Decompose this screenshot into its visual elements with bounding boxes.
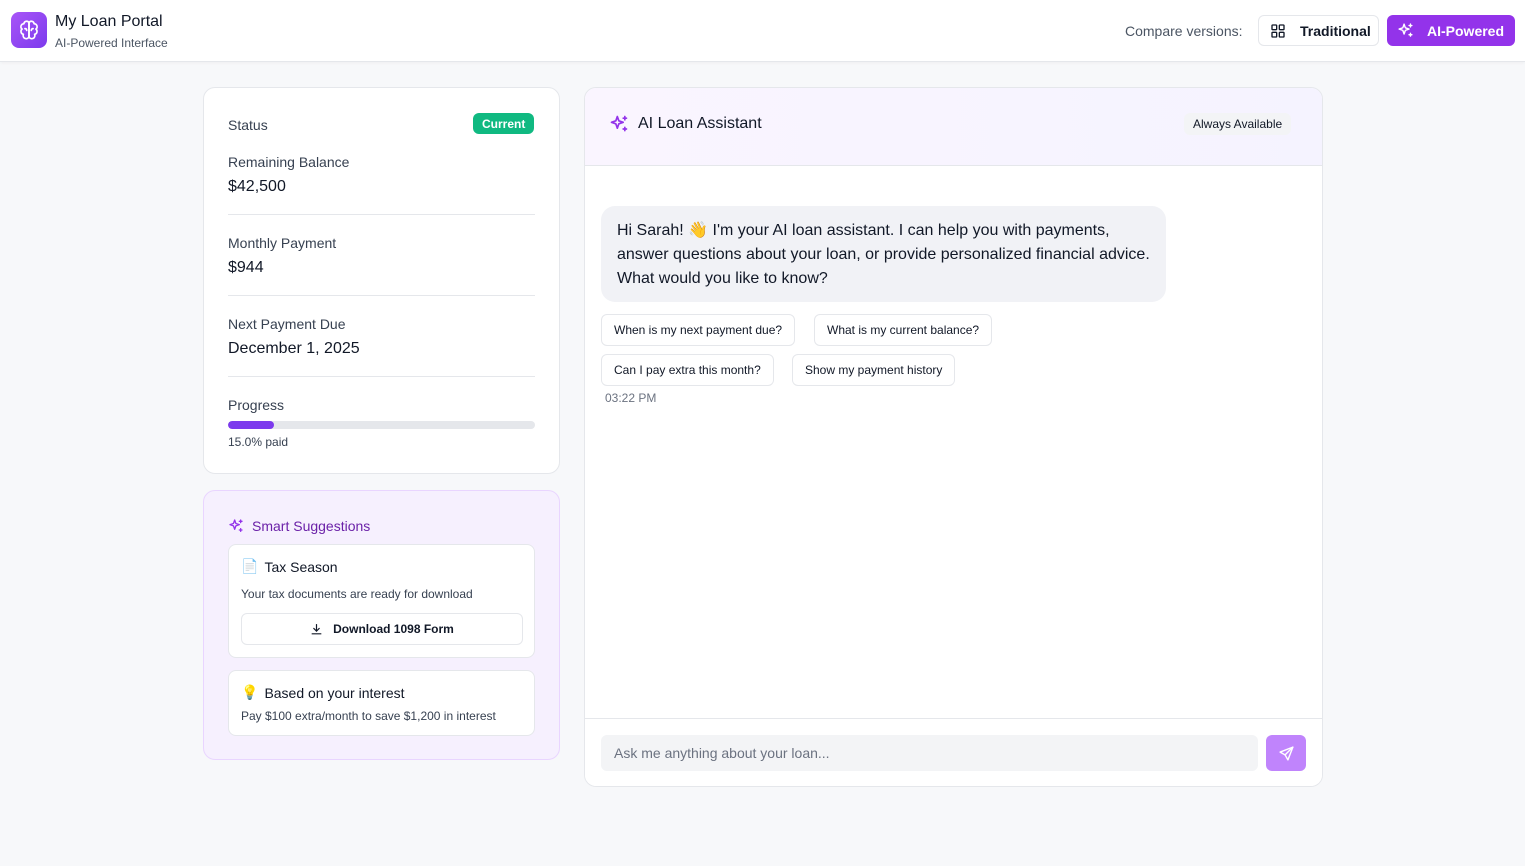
suggestion-title-text: Based on your interest (264, 684, 405, 701)
traditional-version-button[interactable]: Traditional (1258, 15, 1379, 46)
remaining-balance-value: $42,500 (228, 178, 286, 195)
traditional-version-label: Traditional (1300, 22, 1371, 39)
ai-powered-version-label: AI-Powered (1427, 22, 1505, 39)
progress-bar-fill (228, 421, 275, 429)
sparkles-icon (1398, 23, 1413, 37)
send-button[interactable] (1266, 735, 1306, 771)
quick-reply-next-payment[interactable]: When is my next payment due? (601, 314, 796, 346)
download-icon (311, 623, 322, 634)
top-bar: My Loan Portal AI-Powered Interface Comp… (0, 0, 1525, 62)
brain-logo-icon (11, 12, 47, 48)
sparkles-icon (610, 115, 628, 132)
lightbulb-icon: 💡 (241, 684, 259, 700)
progress-bar (228, 421, 535, 429)
suggestion-title: 📄 Tax Season (241, 558, 338, 575)
suggestion-description: Pay $100 extra/month to save $1,200 in i… (241, 709, 496, 723)
chat-title: AI Loan Assistant (638, 115, 762, 132)
app-title: My Loan Portal (55, 13, 163, 30)
app-subtitle: AI-Powered Interface (55, 36, 168, 50)
download-1098-button[interactable]: Download 1098 Form (241, 613, 523, 645)
ai-powered-version-button[interactable]: AI-Powered (1387, 15, 1515, 46)
message-timestamp: 03:22 PM (605, 391, 657, 405)
monthly-payment-label: Monthly Payment (228, 235, 337, 251)
compare-versions-label: Compare versions: (1125, 23, 1243, 39)
monthly-payment-value: $944 (228, 259, 264, 276)
smart-suggestions-header: Smart Suggestions (228, 518, 370, 534)
suggestion-title-text: Tax Season (264, 558, 338, 575)
progress-text: 15.0% paid (228, 435, 289, 449)
chat-input-bar (585, 718, 1322, 786)
send-icon (1278, 745, 1294, 761)
suggestion-tax-season: 📄 Tax Season Your tax documents are read… (228, 544, 535, 658)
grid-icon (1271, 23, 1285, 38)
suggestion-description: Your tax documents are ready for downloa… (241, 587, 473, 601)
availability-badge: Always Available (1184, 113, 1292, 135)
chat-title-group: AI Loan Assistant (609, 114, 762, 134)
progress-label: Progress (228, 397, 285, 413)
remaining-balance-label: Remaining Balance (228, 154, 350, 170)
chat-message-input[interactable] (601, 735, 1258, 771)
status-label: Status (228, 117, 268, 133)
next-payment-due-label: Next Payment Due (228, 316, 346, 332)
download-1098-label: Download 1098 Form (333, 622, 454, 636)
quick-reply-current-balance[interactable]: What is my current balance? (814, 314, 993, 346)
status-badge: Current (473, 113, 535, 134)
document-icon: 📄 (241, 558, 259, 574)
quick-reply-payment-history[interactable]: Show my payment history (792, 354, 956, 386)
sparkles-icon (229, 519, 243, 532)
quick-reply-pay-extra[interactable]: Can I pay extra this month? (601, 354, 774, 386)
next-payment-due-value: December 1, 2025 (228, 340, 360, 357)
smart-suggestions-title: Smart Suggestions (252, 518, 371, 534)
loan-summary-card: Status Current Remaining Balance $42,500… (203, 87, 560, 474)
suggestion-title: 💡 Based on your interest (241, 684, 405, 701)
ai-assistant-chat-panel: AI Loan Assistant Always Available Hi Sa… (584, 87, 1323, 787)
chat-header: AI Loan Assistant Always Available (585, 88, 1322, 166)
divider (228, 214, 535, 215)
divider (228, 376, 535, 377)
smart-suggestions-card: Smart Suggestions 📄 Tax Season Your tax … (203, 490, 560, 760)
assistant-message-bubble: Hi Sarah! 👋 I'm your AI loan assistant. … (601, 206, 1166, 302)
suggestion-extra-payment[interactable]: 💡 Based on your interest Pay $100 extra/… (228, 670, 535, 736)
divider (228, 295, 535, 296)
